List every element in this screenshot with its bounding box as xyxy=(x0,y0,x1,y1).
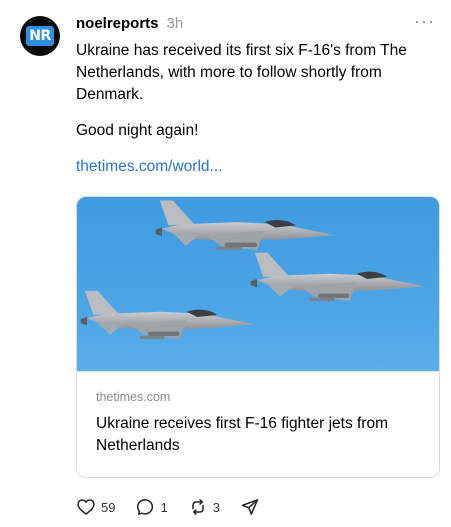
like-button[interactable]: 59 xyxy=(76,497,115,517)
avatar-logo: NR xyxy=(26,26,54,46)
f16-jets-illustration xyxy=(80,200,425,339)
timestamp[interactable]: 3h xyxy=(167,15,184,32)
share-icon xyxy=(241,499,259,515)
jet-left xyxy=(80,290,255,339)
repost-count: 3 xyxy=(212,499,220,515)
repost-button[interactable]: 3 xyxy=(188,497,220,517)
card-image xyxy=(77,197,439,372)
post-text-secondary: Good night again! xyxy=(76,122,199,139)
more-icon[interactable]: ··· xyxy=(414,11,435,32)
reply-count: 1 xyxy=(160,499,168,515)
jet-right xyxy=(250,252,425,301)
jet-lead xyxy=(155,200,335,251)
avatar[interactable]: NR xyxy=(20,16,60,56)
share-button[interactable] xyxy=(240,497,260,517)
post-text-main: Ukraine has received its first six F-16'… xyxy=(76,42,407,103)
post-body: Ukraine has received its first six F-16'… xyxy=(76,40,426,178)
card-title: Ukraine receives first F-16 fighter jets… xyxy=(96,415,389,454)
username[interactable]: noelreports xyxy=(76,15,159,32)
like-count: 59 xyxy=(101,499,116,515)
post-header: noelreports 3h ··· xyxy=(76,11,435,33)
reply-button[interactable]: 1 xyxy=(135,497,168,517)
card-domain: thetimes.com xyxy=(96,390,171,404)
link-preview-card[interactable]: thetimes.com Ukraine receives first F-16… xyxy=(76,196,440,478)
post-actions: 59 1 3 xyxy=(76,496,280,518)
post-link[interactable]: thetimes.com/world... xyxy=(76,156,426,178)
reply-icon xyxy=(137,499,154,515)
heart-icon xyxy=(77,499,95,515)
repost-icon xyxy=(191,499,204,515)
